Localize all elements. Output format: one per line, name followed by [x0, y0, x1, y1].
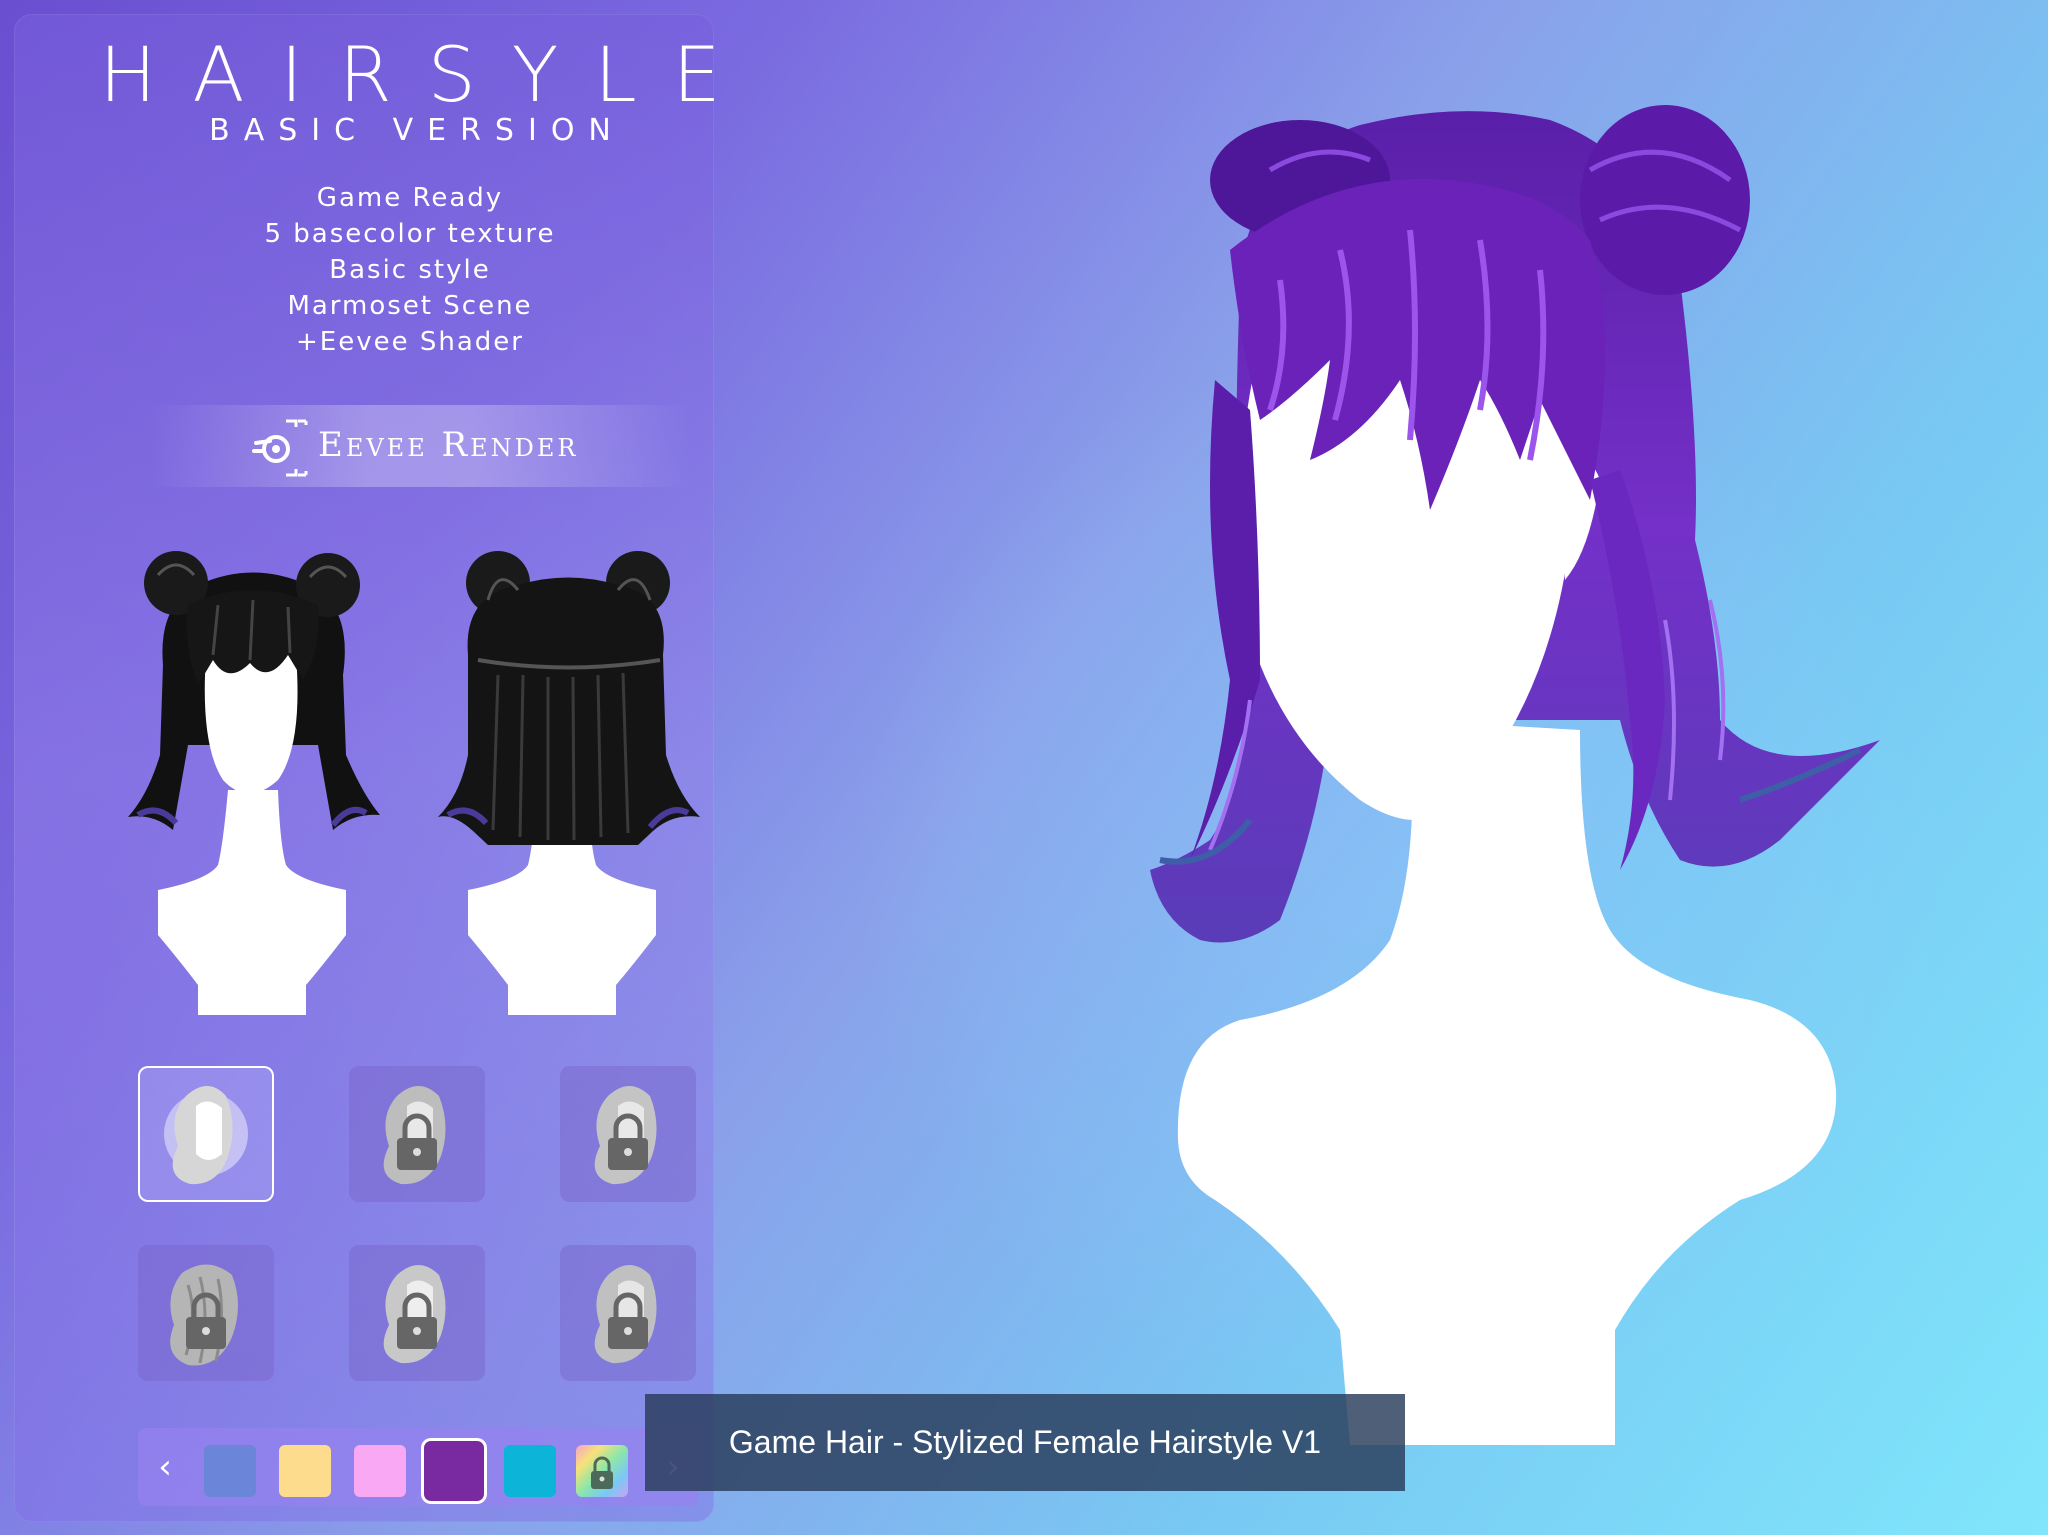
feature-item: Marmoset Scene: [287, 291, 533, 321]
hair-style-icon: [383, 1265, 446, 1364]
app-subtitle: BASIC VERSION: [209, 113, 625, 148]
hair-style-icon: [164, 1086, 248, 1185]
hair-style-icon: [170, 1264, 238, 1366]
product-caption: Game Hair - Stylized Female Hairstyle V1: [645, 1394, 1405, 1491]
hair-style-icon: [383, 1086, 446, 1185]
render-badge: Eevee Render: [150, 405, 690, 487]
lock-icon: [591, 1456, 613, 1489]
back-view-preview: [438, 551, 700, 1015]
color-swatch-pink[interactable]: [354, 1445, 406, 1497]
prev-arrow-icon[interactable]: ‹: [150, 1450, 180, 1484]
hair-variant-4[interactable]: [138, 1245, 274, 1381]
front-view-preview: [128, 551, 380, 1015]
app-title: HAIRSYLE: [99, 30, 757, 119]
feature-item: +Eevee Shader: [296, 327, 524, 357]
hair-variant-3[interactable]: [560, 1066, 696, 1202]
hair-style-icon: [594, 1086, 657, 1185]
feature-item: Game Ready: [316, 183, 504, 213]
color-swatch-yellow[interactable]: [279, 1445, 331, 1497]
blender-eevee-icon: [252, 419, 308, 477]
color-swatch-blue[interactable]: [204, 1445, 256, 1497]
hair-variant-2[interactable]: [349, 1066, 485, 1202]
main-hair-render: [1150, 105, 1880, 1445]
render-badge-label: Eevee Render: [318, 425, 579, 465]
hair-variant-5[interactable]: [349, 1245, 485, 1381]
hair-variant-1[interactable]: [138, 1066, 274, 1202]
hair-variant-6[interactable]: [560, 1245, 696, 1381]
hair-style-icon: [594, 1265, 657, 1364]
color-swatch-bar: ‹ ›: [138, 1428, 698, 1506]
feature-item: 5 basecolor texture: [264, 219, 556, 249]
color-swatch-rainbow[interactable]: [576, 1445, 628, 1497]
color-swatch-cyan[interactable]: [504, 1445, 556, 1497]
feature-item: Basic style: [329, 255, 491, 285]
feature-list: Game Ready 5 basecolor texture Basic sty…: [190, 180, 630, 360]
color-swatch-purple[interactable]: [424, 1441, 484, 1501]
